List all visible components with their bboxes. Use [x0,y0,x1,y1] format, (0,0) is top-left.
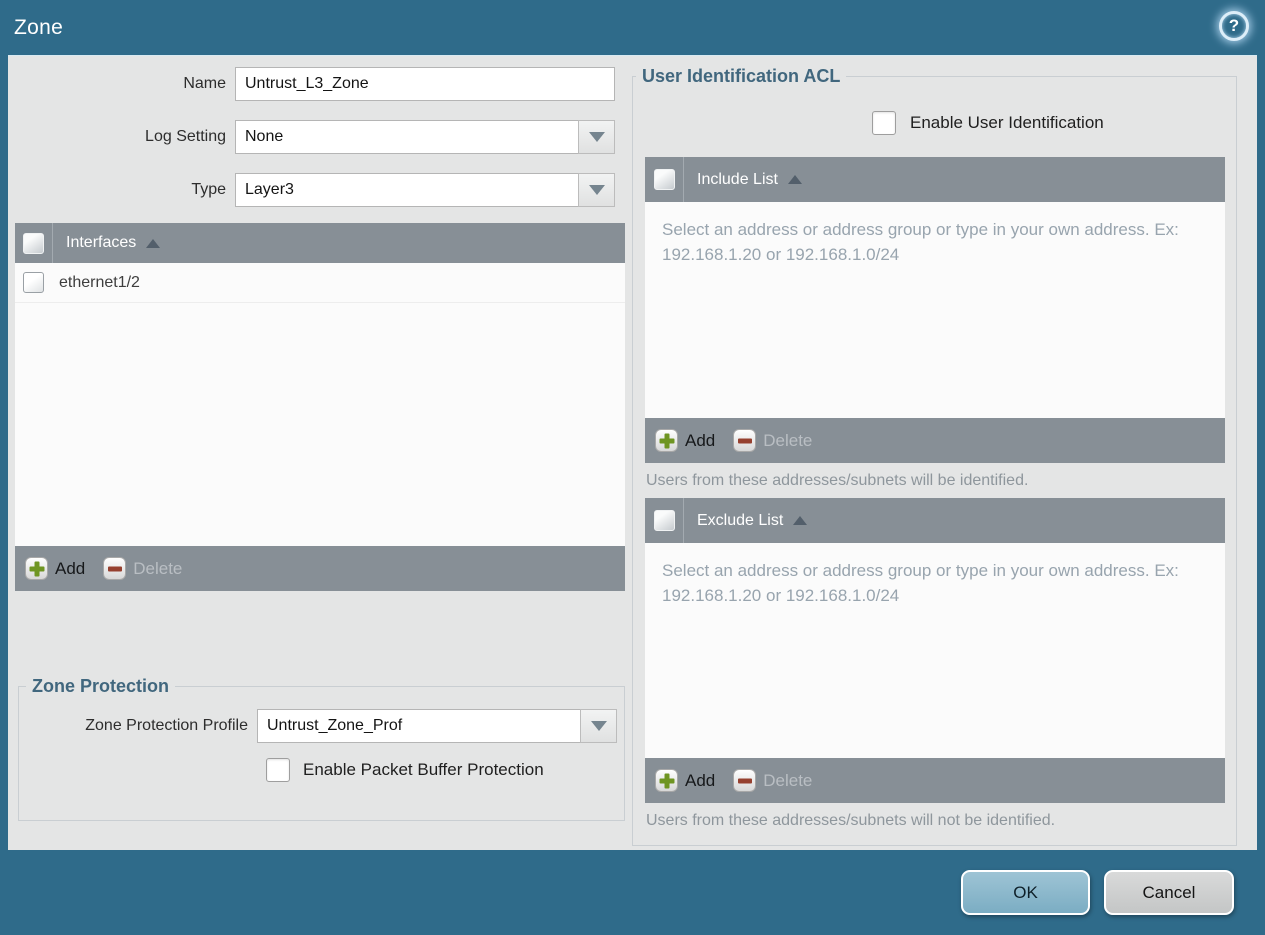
packet-buffer-checkbox[interactable] [266,758,290,782]
include-list-delete-button[interactable]: Delete [733,429,812,452]
zone-protection-profile-combo [257,709,617,743]
exclude-list-delete-button[interactable]: Delete [733,769,812,792]
add-button-label: Add [55,558,86,578]
interface-name: ethernet1/2 [59,273,140,291]
include-list-add-button[interactable]: Add [655,429,715,452]
exclude-list-select-all-checkbox[interactable] [653,510,675,531]
table-row[interactable]: ethernet1/2 [15,263,625,303]
include-list-select-all-checkbox[interactable] [653,169,675,190]
delete-button-label: Delete [133,558,183,578]
interfaces-add-button[interactable]: Add [25,557,85,580]
minus-icon [733,429,757,452]
enable-user-identification-checkbox[interactable] [872,111,896,135]
log-setting-input[interactable] [235,120,578,154]
enable-user-identification-row: Enable User Identification [872,111,1236,135]
delete-button-label: Delete [763,430,813,450]
dialog-title: Zone [14,15,64,39]
cancel-button[interactable]: Cancel [1104,870,1234,915]
zone-dialog: Zone ? Name Log Setting Type [0,0,1265,935]
interface-row-checkbox[interactable] [23,272,44,293]
interfaces-delete-button[interactable]: Delete [103,557,182,580]
sort-ascending-icon[interactable] [146,238,161,248]
chevron-down-icon [588,185,605,195]
zone-protection-profile-row: Zone Protection Profile [19,709,624,743]
log-setting-row: Log Setting [8,120,633,154]
zone-protection-legend: Zone Protection [32,676,170,696]
add-button-label: Add [685,430,716,450]
type-dropdown-button[interactable] [578,173,615,207]
log-setting-dropdown-button[interactable] [578,120,615,154]
exclude-list-body[interactable]: Select an address or address group or ty… [645,543,1225,758]
interfaces-table: Interfaces ethernet1/2 Add Delete [15,223,625,591]
plus-icon [655,769,678,792]
minus-icon [103,557,127,580]
ok-button[interactable]: OK [961,870,1090,915]
include-list-footer: Add Delete [645,418,1225,463]
zone-protection-profile-input[interactable] [257,709,580,743]
exclude-list-table: Exclude List Select an address or addres… [645,498,1225,803]
user-identification-acl-fieldset: User Identification ACL Enable User Iden… [632,66,1237,846]
exclude-list-header-label[interactable]: Exclude List [684,512,783,530]
help-icon-glyph: ? [1228,16,1240,35]
name-row: Name [8,67,633,101]
plus-icon [655,429,678,452]
log-setting-combo [235,120,615,154]
exclude-list-caption: Users from these addresses/subnets will … [646,812,1056,829]
sort-ascending-icon[interactable] [787,175,802,184]
type-input[interactable] [235,173,578,207]
help-icon[interactable]: ? [1219,11,1249,41]
packet-buffer-label: Enable Packet Buffer Protection [303,760,544,779]
interfaces-footer: Add Delete [15,546,625,591]
exclude-list-add-button[interactable]: Add [655,769,715,792]
name-input[interactable] [235,67,615,101]
chevron-down-icon [588,132,605,142]
interfaces-select-all-checkbox[interactable] [23,232,44,254]
exclude-list-header-checkbox-cell [645,498,684,543]
exclude-list-placeholder: Select an address or address group or ty… [662,561,1179,605]
delete-button-label: Delete [763,770,813,790]
include-list-placeholder: Select an address or address group or ty… [662,220,1179,264]
zone-protection-profile-dropdown-button[interactable] [580,709,617,743]
include-list-table: Include List Select an address or addres… [645,157,1225,463]
type-row: Type [8,173,633,207]
interfaces-header-checkbox-cell [15,223,53,263]
dialog-titlebar: Zone [0,0,1265,55]
exclude-list-header: Exclude List [645,498,1225,543]
user-identification-acl-legend: User Identification ACL [642,66,841,86]
interfaces-header: Interfaces [15,223,625,263]
interfaces-header-label[interactable]: Interfaces [53,234,136,252]
name-label: Name [183,75,226,92]
type-combo [235,173,615,207]
include-list-header-checkbox-cell [645,157,684,202]
type-label: Type [191,181,226,198]
include-list-header-label[interactable]: Include List [684,171,778,189]
minus-icon [733,769,757,792]
include-list-caption: Users from these addresses/subnets will … [646,472,1029,489]
include-list-header: Include List [645,157,1225,202]
include-list-body[interactable]: Select an address or address group or ty… [645,202,1225,418]
dialog-content: Name Log Setting Type [8,55,1257,850]
dialog-footer: OK Cancel [961,850,1234,935]
add-button-label: Add [685,770,716,790]
exclude-list-footer: Add Delete [645,758,1225,803]
left-pane: Name Log Setting Type [8,56,633,850]
packet-buffer-row: Enable Packet Buffer Protection [266,758,624,782]
enable-user-identification-label: Enable User Identification [910,113,1104,132]
log-setting-label: Log Setting [145,128,226,145]
zone-protection-fieldset: Zone Protection Zone Protection Profile … [18,676,625,821]
zone-protection-profile-label: Zone Protection Profile [85,717,248,734]
interfaces-body: ethernet1/2 [15,263,625,546]
plus-icon [25,557,48,580]
sort-ascending-icon[interactable] [793,516,808,525]
chevron-down-icon [590,721,607,731]
